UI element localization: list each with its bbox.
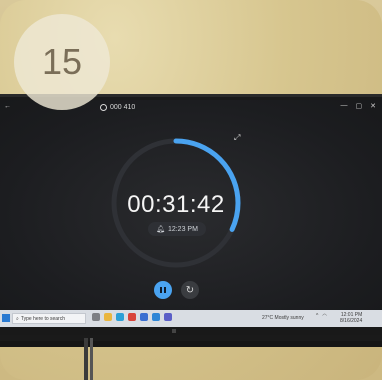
- taskbar-pinned-apps: [92, 313, 172, 321]
- timer-app-icon: [100, 104, 107, 111]
- window-title-text: 000 410: [110, 104, 136, 111]
- back-arrow-icon[interactable]: ←: [4, 103, 11, 110]
- photo-frame: ← 000 410 — ▢ ✕ ⤢ 00:31:42 🔔︎ 12:23 PM ↻…: [0, 0, 382, 380]
- monitor: ← 000 410 — ▢ ✕ ⤢ 00:31:42 🔔︎ 12:23 PM ↻…: [0, 94, 382, 347]
- taskbar: ⌕ Type here to search 27°C Mostly sunny …: [0, 310, 382, 328]
- step-number-badge: 15: [14, 14, 110, 110]
- chevron-up-icon[interactable]: ^: [316, 313, 318, 319]
- chrome-icon[interactable]: [128, 313, 136, 321]
- cable: [90, 338, 93, 380]
- taskbar-clock[interactable]: 12:01 PM 8/16/2024: [340, 312, 362, 324]
- weather-widget[interactable]: 27°C Mostly sunny: [262, 315, 304, 321]
- reset-icon: ↻: [185, 284, 195, 296]
- edge-icon[interactable]: [116, 313, 124, 321]
- taskbar-search[interactable]: ⌕ Type here to search: [12, 313, 86, 324]
- start-button[interactable]: [2, 314, 10, 322]
- cable: [84, 338, 88, 380]
- minimize-button[interactable]: —: [341, 102, 348, 110]
- end-time-text: 12:23 PM: [167, 225, 198, 233]
- reset-button[interactable]: ↻: [181, 281, 199, 299]
- search-icon: ⌕: [16, 315, 19, 322]
- power-led: [172, 329, 176, 333]
- clock-date: 8/16/2024: [340, 318, 363, 324]
- system-tray: ^ ◠: [316, 313, 327, 319]
- store-icon[interactable]: [140, 313, 148, 321]
- close-button[interactable]: ✕: [370, 102, 376, 110]
- explorer-icon[interactable]: [104, 313, 112, 321]
- window-title: 000 410: [100, 104, 135, 111]
- task-view-icon[interactable]: [92, 313, 100, 321]
- timer-display: 00:31:42: [127, 191, 225, 218]
- monitor-bezel: [0, 327, 382, 335]
- step-number: 15: [41, 41, 83, 82]
- pause-button[interactable]: [154, 281, 172, 299]
- teams-icon[interactable]: [164, 313, 172, 321]
- maximize-button[interactable]: ▢: [356, 102, 363, 110]
- search-placeholder: Type here to search: [20, 315, 66, 322]
- window-controls: — ▢ ✕: [341, 102, 377, 110]
- screen: ← 000 410 — ▢ ✕ ⤢ 00:31:42 🔔︎ 12:23 PM ↻…: [0, 100, 382, 328]
- bell-icon: 🔔︎: [156, 226, 165, 233]
- end-time-badge: 🔔︎ 12:23 PM: [148, 222, 206, 236]
- mail-icon[interactable]: [152, 313, 160, 321]
- wifi-icon[interactable]: ◠: [322, 313, 326, 319]
